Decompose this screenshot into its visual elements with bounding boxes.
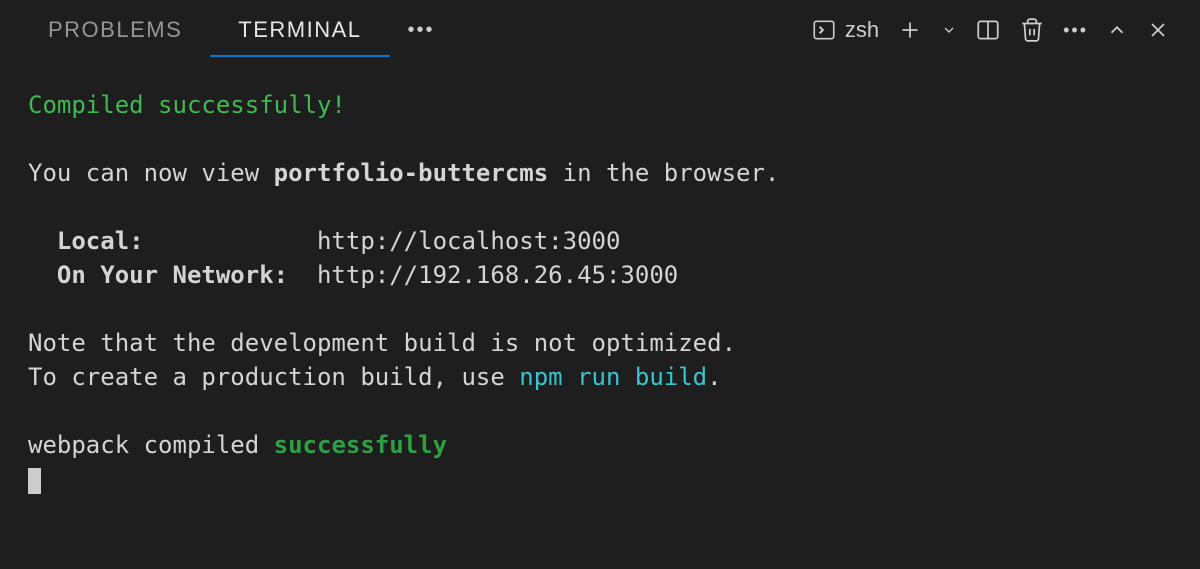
- tab-problems[interactable]: PROBLEMS: [20, 3, 210, 57]
- note-line-1: Note that the development build is not o…: [28, 326, 1172, 360]
- prompt-line: [28, 463, 1172, 497]
- shell-selector[interactable]: zsh: [811, 17, 879, 43]
- ellipsis-icon: •••: [408, 19, 435, 42]
- chevron-down-icon[interactable]: [941, 22, 957, 38]
- close-panel-button[interactable]: [1146, 18, 1170, 42]
- tab-terminal[interactable]: TERMINAL: [210, 3, 389, 57]
- note-line-2: To create a production build, use npm ru…: [28, 360, 1172, 394]
- kill-terminal-button[interactable]: [1019, 17, 1045, 43]
- ellipsis-icon: •••: [1063, 20, 1088, 41]
- compile-status: Compiled successfully!: [28, 88, 1172, 122]
- split-terminal-button[interactable]: [975, 17, 1001, 43]
- panel-tab-bar: PROBLEMS TERMINAL ••• zsh: [0, 0, 1200, 60]
- cursor-block: [28, 468, 41, 494]
- view-instruction: You can now view portfolio-buttercms in …: [28, 156, 1172, 190]
- toolbar-more-button[interactable]: •••: [1063, 20, 1088, 41]
- network-url-row: On Your Network: http://192.168.26.45:30…: [28, 258, 1172, 292]
- tabs-group: PROBLEMS TERMINAL •••: [20, 3, 453, 57]
- terminal-panel: PROBLEMS TERMINAL ••• zsh: [0, 0, 1200, 569]
- new-terminal-button[interactable]: [897, 17, 923, 43]
- maximize-panel-button[interactable]: [1106, 19, 1128, 41]
- terminal-icon: [811, 17, 837, 43]
- tabs-overflow[interactable]: •••: [390, 19, 453, 42]
- webpack-status: webpack compiled successfully: [28, 428, 1172, 462]
- shell-name: zsh: [845, 17, 879, 43]
- terminal-toolbar: zsh: [811, 17, 1180, 43]
- local-url-row: Local: http://localhost:3000: [28, 224, 1172, 258]
- terminal-output[interactable]: Compiled successfully! You can now view …: [0, 60, 1200, 569]
